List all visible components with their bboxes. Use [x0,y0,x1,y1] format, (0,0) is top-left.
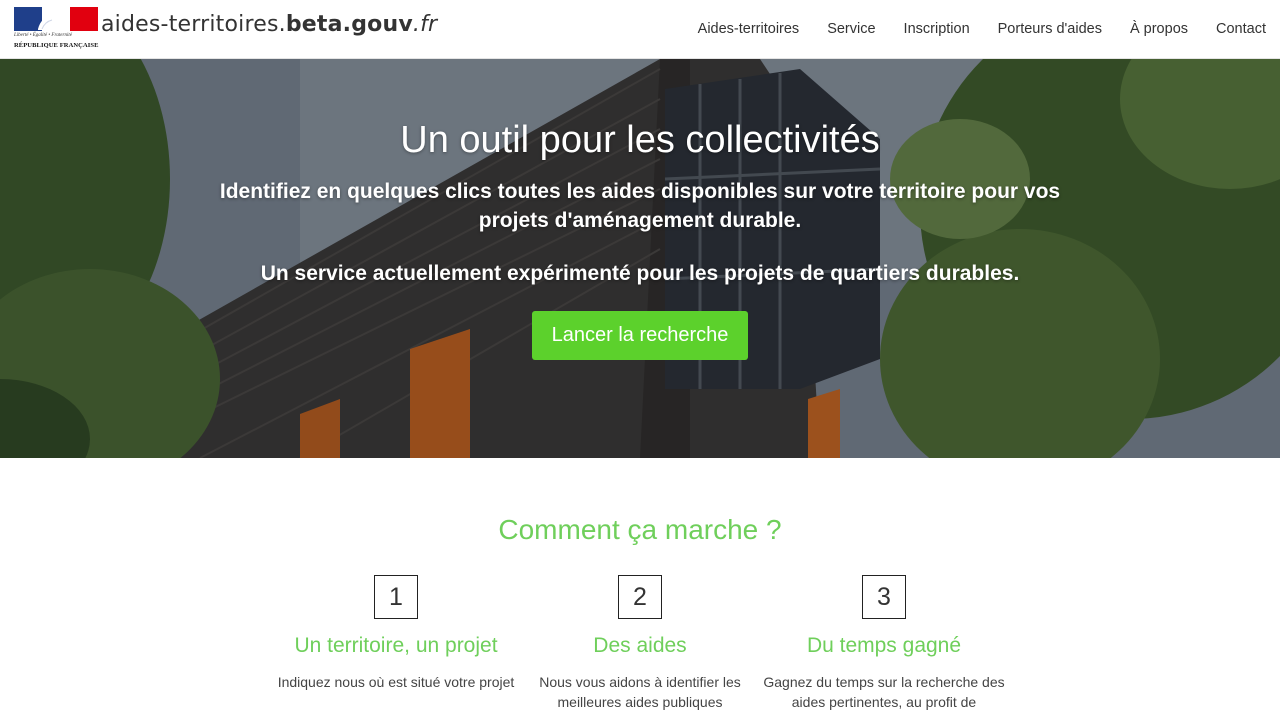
devise-text: Liberté • Égalité • Fraternité [14,33,72,38]
step-title: Un territoire, un projet [294,634,498,657]
hero-title: Un outil pour les collectivités [400,119,880,161]
site-name-prefix: aides-territoires. [101,12,286,37]
step-number-box: 1 [374,575,418,619]
step-card: 2 Des aides Nous vous aidons à identifie… [518,575,762,712]
nav-aides-territoires[interactable]: Aides-territoires [698,21,800,37]
step-title: Des aides [593,634,687,657]
step-card: 1 Un territoire, un projet Indiquez nous… [274,575,518,692]
nav-porteurs-aides[interactable]: Porteurs d'aides [998,21,1102,37]
nav-service[interactable]: Service [827,21,875,37]
main-nav: Aides-territoires Service Inscription Po… [670,0,1266,58]
step-card: 3 Du temps gagné Gagnez du temps sur la … [762,575,1006,712]
marianne-icon [38,12,62,30]
nav-inscription[interactable]: Inscription [904,21,970,37]
site-name-link[interactable]: aides-territoires.beta.gouv.fr [101,12,437,37]
hero-subtitle-experiment: Un service actuellement expérimenté pour… [260,262,1020,285]
how-it-works-title: Comment ça marche ? [498,514,782,545]
hero-subtitle: Identifiez en quelques clics toutes les … [219,180,1061,232]
site-name-domain: beta.gouv [285,12,413,37]
hero-section: Un outil pour les collectivités Identifi… [0,59,1280,458]
step-number-box: 2 [618,575,662,619]
site-header: Liberté • Égalité • Fraternité RÉPUBLIQU… [0,0,1280,59]
search-launch-button[interactable]: Lancer la recherche [532,311,748,360]
step-text: Indiquez nous où est situé votre projet [277,674,515,690]
nav-a-propos[interactable]: À propos [1130,21,1188,37]
step-title: Du temps gagné [806,634,962,657]
step-number-box: 3 [862,575,906,619]
site-name-tld: .fr [412,12,438,37]
step-text: Gagnez du temps sur la recherche des aid… [763,674,1005,710]
republique-francaise-logo[interactable]: Liberté • Égalité • Fraternité RÉPUBLIQU… [14,7,100,51]
republique-text: RÉPUBLIQUE FRANÇAISE [14,42,99,49]
nav-contact[interactable]: Contact [1216,21,1266,37]
step-text: Nous vous aidons à identifier les meille… [539,674,741,710]
